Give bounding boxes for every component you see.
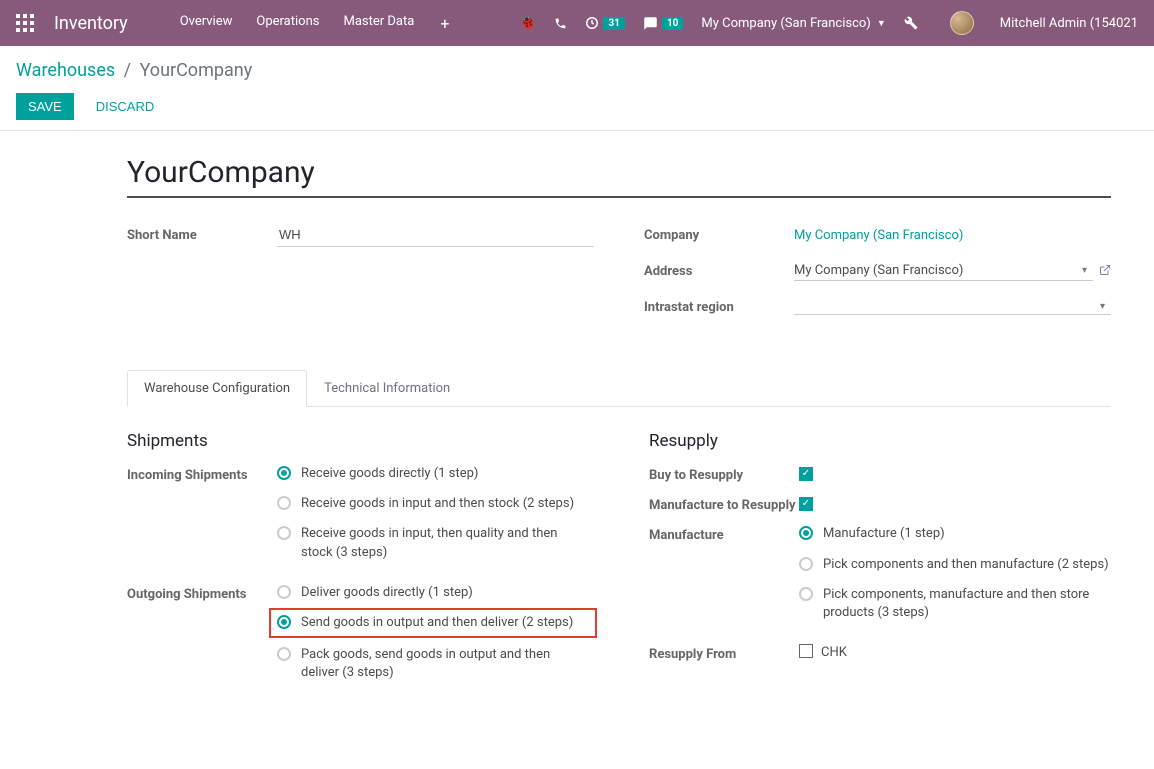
breadcrumb: Warehouses / YourCompany [16, 60, 1138, 81]
radio-icon [277, 526, 291, 540]
systray: 🐞 31 10 My Company (San Francisco) ▼ Mit… [519, 11, 1138, 35]
manufacture-option-1[interactable]: Manufacture (1 step) [799, 525, 1111, 543]
outgoing-option-1[interactable]: Deliver goods directly (1 step) [277, 584, 589, 602]
radio-icon [799, 526, 813, 540]
incoming-option-3[interactable]: Receive goods in input, then quality and… [277, 525, 589, 561]
company-switcher[interactable]: My Company (San Francisco) ▼ [701, 16, 885, 31]
chevron-down-icon: ▼ [877, 18, 886, 29]
checkbox-icon [799, 644, 813, 658]
radio-icon [799, 587, 813, 601]
form-sheet: YourCompany Short Name Company My Compan… [0, 131, 1154, 769]
save-button[interactable]: Save [16, 93, 74, 120]
nav-overview[interactable]: Overview [168, 2, 245, 45]
username[interactable]: Mitchell Admin (154021 [1000, 16, 1138, 31]
address-value[interactable]: My Company (San Francisco) [794, 263, 1076, 278]
discard-button[interactable]: Discard [84, 93, 167, 120]
buy-resupply-checkbox[interactable]: ✓ [799, 467, 813, 481]
radio-icon [277, 496, 291, 510]
nav-new-icon[interactable]: + [426, 2, 463, 45]
outgoing-option-2[interactable]: Send goods in output and then deliver (2… [277, 614, 589, 632]
incoming-option-2[interactable]: Receive goods in input and then stock (2… [277, 495, 589, 513]
chevron-down-icon[interactable]: ▾ [1100, 301, 1105, 312]
bug-icon[interactable]: 🐞 [519, 15, 536, 31]
highlight-annotation: Send goods in output and then deliver (2… [269, 608, 597, 638]
external-link-icon[interactable] [1099, 264, 1111, 279]
breadcrumb-root[interactable]: Warehouses [16, 60, 115, 81]
company-name: My Company (San Francisco) [701, 16, 870, 31]
company-link[interactable]: My Company (San Francisco) [794, 228, 963, 243]
outgoing-option-3[interactable]: Pack goods, send goods in output and the… [277, 646, 589, 682]
breadcrumb-sep: / [124, 60, 131, 81]
incoming-label: Incoming Shipments [127, 465, 277, 485]
manuf-resupply-checkbox[interactable]: ✓ [799, 497, 813, 511]
address-label: Address [644, 264, 794, 279]
incoming-option-1[interactable]: Receive goods directly (1 step) [277, 465, 589, 483]
manuf-resupply-label: Manufacture to Resupply [649, 495, 799, 515]
radio-icon [799, 557, 813, 571]
discuss-icon[interactable]: 10 [643, 16, 683, 31]
record-title: YourCompany [127, 155, 1111, 198]
discuss-badge: 10 [662, 17, 683, 30]
manufacture-option-2[interactable]: Pick components and then manufacture (2 … [799, 556, 1111, 574]
radio-icon [277, 585, 291, 599]
tab-content: Shipments Incoming Shipments Receive goo… [127, 407, 1111, 729]
manufacture-label: Manufacture [649, 525, 799, 545]
intrastat-label: Intrastat region [644, 300, 794, 315]
breadcrumb-current: YourCompany [140, 60, 253, 81]
chevron-down-icon[interactable]: ▾ [1082, 265, 1087, 276]
nav-master-data[interactable]: Master Data [331, 2, 426, 45]
apps-icon[interactable] [16, 14, 34, 32]
tabs: Warehouse Configuration Technical Inform… [127, 370, 1111, 407]
avatar[interactable] [950, 11, 974, 35]
control-panel: Warehouses / YourCompany Save Discard [0, 46, 1154, 131]
radio-icon [277, 615, 291, 629]
shipments-title: Shipments [127, 431, 589, 451]
nav-menu: Overview Operations Master Data + [168, 2, 464, 45]
debug-icon[interactable] [904, 16, 918, 30]
resupply-title: Resupply [649, 431, 1111, 451]
outgoing-label: Outgoing Shipments [127, 584, 277, 604]
tab-technical-info[interactable]: Technical Information [307, 370, 467, 407]
buy-resupply-label: Buy to Resupply [649, 465, 799, 485]
manufacture-option-3[interactable]: Pick components, manufacture and then st… [799, 586, 1111, 622]
radio-icon [277, 647, 291, 661]
short-name-label: Short Name [127, 228, 277, 243]
activity-icon[interactable]: 31 [585, 16, 624, 30]
radio-icon [277, 466, 291, 480]
top-navbar: Inventory Overview Operations Master Dat… [0, 0, 1154, 46]
company-label: Company [644, 228, 794, 243]
resupply-from-chk[interactable]: CHK [799, 644, 1111, 662]
resupply-from-label: Resupply From [649, 644, 799, 664]
nav-operations[interactable]: Operations [244, 2, 331, 45]
app-title[interactable]: Inventory [54, 13, 128, 34]
tab-warehouse-config[interactable]: Warehouse Configuration [127, 370, 307, 407]
activity-badge: 31 [603, 17, 624, 30]
short-name-input[interactable] [277, 223, 594, 247]
phone-icon[interactable] [554, 17, 567, 30]
